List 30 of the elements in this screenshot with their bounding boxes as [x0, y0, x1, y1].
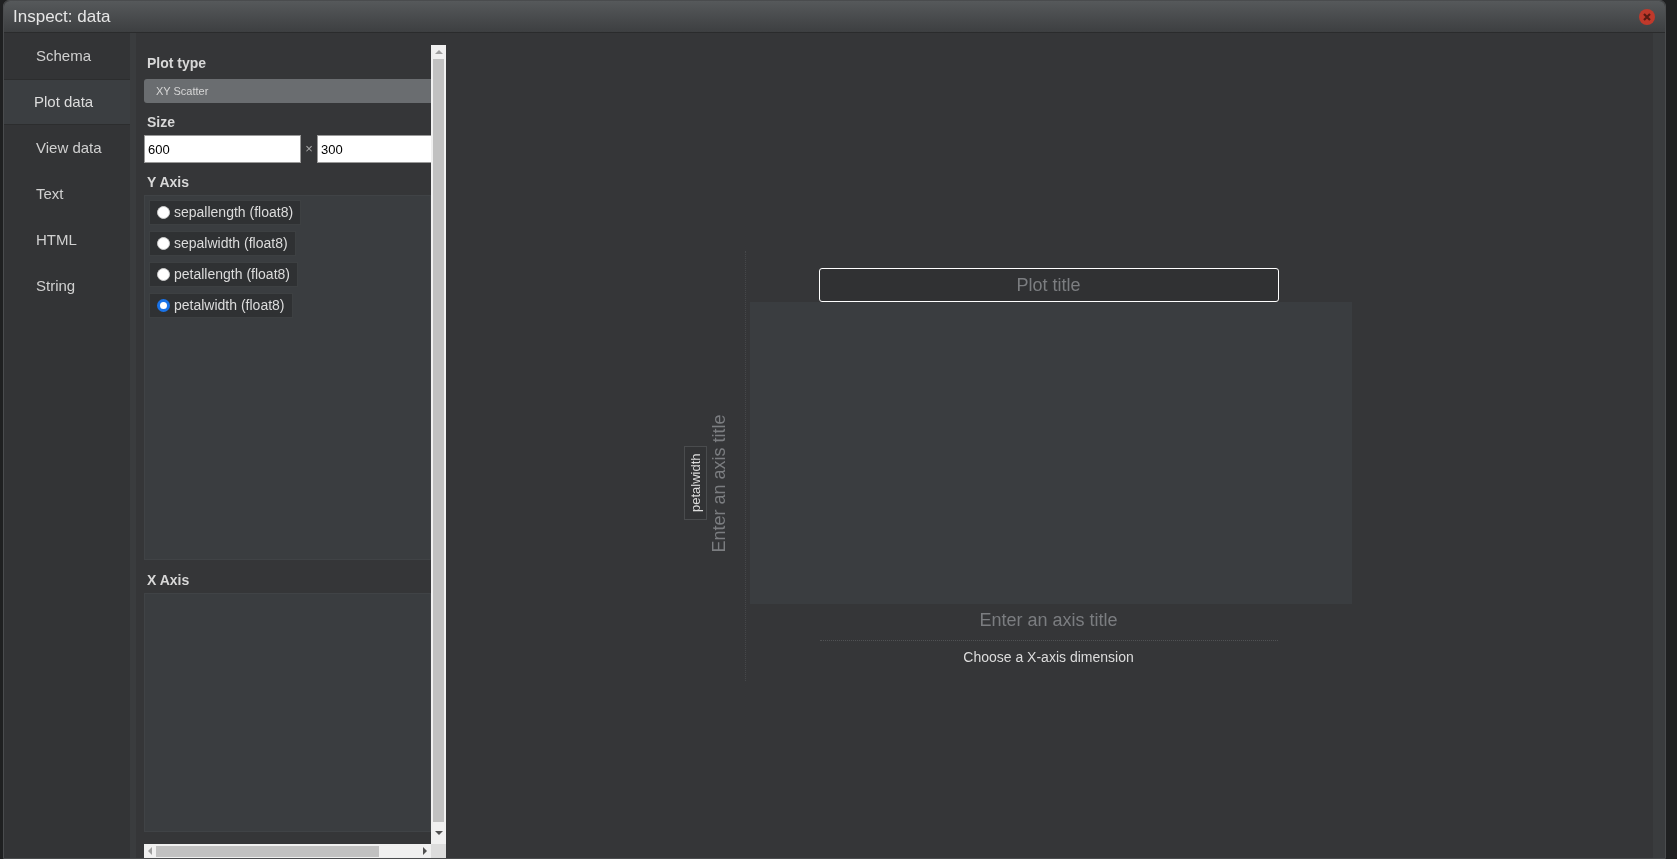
- plot-type-select[interactable]: XY Scatter: [144, 79, 432, 103]
- sidebar-tab[interactable]: Plot data: [4, 79, 130, 125]
- y-axis-label: Y Axis: [147, 173, 191, 192]
- height-field[interactable]: 300: [317, 135, 432, 163]
- close-button[interactable]: [1639, 8, 1655, 25]
- scroll-left-icon[interactable]: [147, 847, 153, 855]
- radio-button[interactable]: [157, 206, 170, 219]
- plot-type-label: Plot type: [147, 54, 208, 73]
- y-axis-option[interactable]: petallength (float8): [149, 262, 298, 287]
- x-dimension-hint: Choose a X-axis dimension: [963, 648, 1134, 667]
- radio-button[interactable]: [157, 237, 170, 250]
- y-dimension-tag: petalwidth: [684, 446, 707, 520]
- x-axis-label: X Axis: [147, 571, 191, 590]
- y-axis-option[interactable]: sepallength (float8): [149, 200, 302, 225]
- times-sign: ×: [304, 140, 314, 159]
- vertical-scrollbar[interactable]: [431, 45, 446, 844]
- scroll-right-icon[interactable]: [422, 847, 428, 855]
- window-title: Inspect: data: [13, 5, 111, 28]
- plot-title-field[interactable]: Plot title: [818, 268, 1279, 302]
- scrollbar-thumb[interactable]: [156, 845, 379, 857]
- horizontal-scrollbar[interactable]: [144, 844, 431, 858]
- radio-button[interactable]: [157, 268, 170, 281]
- width-field[interactable]: 600: [144, 135, 301, 163]
- radio-button[interactable]: [157, 299, 170, 312]
- y-axis-option[interactable]: sepalwidth (float8): [149, 231, 296, 256]
- close-icon: [1642, 11, 1652, 22]
- scrollbar-thumb[interactable]: [433, 59, 445, 822]
- scrollbar-corner: [431, 844, 446, 858]
- y-axis-option[interactable]: petalwidth (float8): [149, 293, 293, 318]
- size-label: Size: [147, 113, 176, 132]
